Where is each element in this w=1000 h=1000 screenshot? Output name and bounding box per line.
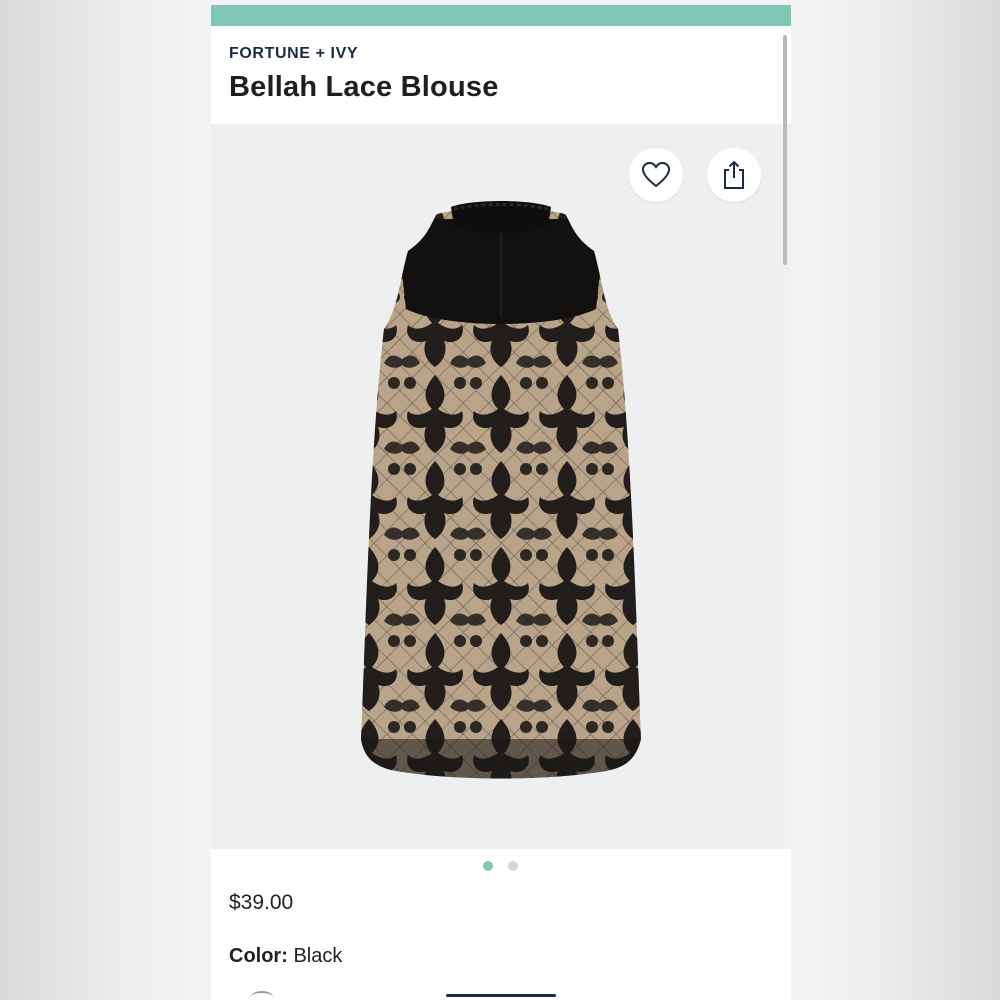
carousel-pagination (211, 849, 791, 885)
scrollbar[interactable] (783, 35, 787, 265)
heart-icon (642, 162, 670, 188)
selected-indicator (446, 994, 556, 997)
product-title: Bellah Lace Blouse (229, 71, 499, 103)
carousel-dot-active[interactable] (483, 861, 493, 871)
product-image-carousel[interactable] (211, 124, 791, 849)
share-icon (724, 160, 744, 189)
color-value: Black (293, 945, 343, 967)
product-price: $39.00 (229, 891, 294, 914)
carousel-dot[interactable] (508, 861, 518, 871)
product-header: FORTUNE + IVY Bellah Lace Blouse (211, 26, 791, 124)
favorite-button[interactable] (629, 148, 683, 202)
color-selection: Color: Black (229, 945, 342, 968)
share-button[interactable] (707, 148, 761, 202)
product-photo (361, 201, 641, 779)
color-label: Color: (229, 945, 288, 967)
color-swatch-partial[interactable] (251, 991, 273, 1000)
brand-name[interactable]: FORTUNE + IVY (229, 45, 358, 63)
product-screen: FORTUNE + IVY Bellah Lace Blouse $39.00 … (211, 5, 791, 1000)
top-accent-bar (211, 5, 791, 26)
